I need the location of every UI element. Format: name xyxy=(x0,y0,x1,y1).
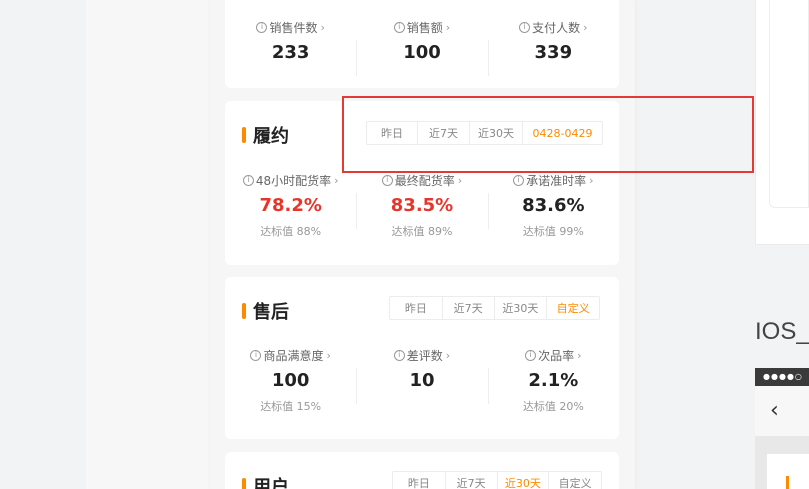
info-icon: i xyxy=(250,349,262,361)
metric-target: 达标值 99% xyxy=(522,225,584,238)
card-title: 用户 xyxy=(242,473,289,489)
date-range-selector: 昨日 近7天 近30天 自定义 xyxy=(392,471,602,489)
card-title-text: 售后 xyxy=(253,302,289,323)
metric-label: 48小时配货率 xyxy=(255,173,332,188)
chevron-right-icon: › xyxy=(577,348,582,362)
card-title: 履约 xyxy=(242,122,289,148)
title-accent-bar xyxy=(242,303,246,319)
metric-label: 差评数 xyxy=(406,348,443,363)
info-icon: i xyxy=(393,21,405,33)
card-title-text: 履约 xyxy=(253,126,289,147)
metric-payers[interactable]: i 支付人数 › 339 xyxy=(487,18,619,76)
card-title: 售后 xyxy=(242,298,289,324)
info-icon: i xyxy=(519,21,531,33)
metric-target: 达标值 20% xyxy=(522,400,584,413)
mobile-preview: i 销售件数 › 233 i 销售额 › 100 i 支付人数 › 339 履约 昨日 近7… xyxy=(210,0,635,489)
sales-metrics: i 销售件数 › 233 i 销售额 › 100 i 支付人数 › 339 xyxy=(225,18,619,76)
chevron-right-icon: › xyxy=(589,173,594,187)
metric-value: 10 xyxy=(409,370,435,391)
sales-card: i 销售件数 › 233 i 销售额 › 100 i 支付人数 › 339 xyxy=(225,0,619,88)
title-accent-bar xyxy=(242,127,246,143)
info-icon: i xyxy=(393,349,405,361)
metric-label: 支付人数 xyxy=(532,20,581,35)
range-yesterday[interactable]: 昨日 xyxy=(393,472,446,489)
fulfillment-metrics: i 48小时配货率 › 78.2% 达标值 88% i 最终配货率 › 83.5% 达标… xyxy=(225,171,619,239)
chevron-right-icon: › xyxy=(457,173,463,187)
metric-on-time-rate[interactable]: i 承诺准时率 › 83.6% 达标值 99% xyxy=(487,171,619,239)
info-icon: i xyxy=(381,174,393,186)
card-title-text: 用户 xyxy=(253,477,289,489)
chevron-right-icon: › xyxy=(583,20,588,34)
metric-value: 100 xyxy=(403,42,441,63)
metric-label: 销售额 xyxy=(406,20,443,35)
info-icon: i xyxy=(242,174,254,186)
chevron-right-icon: › xyxy=(445,20,451,34)
metric-target: 达标值 15% xyxy=(260,400,322,413)
signal-dots-icon: ●●●●○ xyxy=(763,372,803,381)
metric-label: 最终配货率 xyxy=(394,173,455,188)
info-icon: i xyxy=(525,349,537,361)
metric-value: 78.2% xyxy=(259,195,322,216)
metric-target: 达标值 89% xyxy=(391,225,453,238)
back-chevron-icon: ‹ xyxy=(770,398,779,423)
metric-label: 承诺准时率 xyxy=(526,173,587,188)
metric-48h-picking-rate[interactable]: i 48小时配货率 › 78.2% 达标值 88% xyxy=(225,171,356,239)
range-custom[interactable]: 自定义 xyxy=(549,472,601,489)
metric-value: 83.6% xyxy=(522,195,585,216)
title-accent-bar xyxy=(242,478,246,489)
metric-target: 达标值 88% xyxy=(260,225,322,238)
users-card: 用户 昨日 近7天 近30天 自定义 xyxy=(225,452,619,489)
metric-label: 商品满意度 xyxy=(263,348,324,363)
metric-value: 233 xyxy=(271,42,310,63)
chevron-right-icon: › xyxy=(326,348,331,362)
metric-sales-amount[interactable]: i 销售额 › 100 xyxy=(356,18,487,76)
range-30days[interactable]: 近30天 xyxy=(495,297,548,319)
metric-value: 83.5% xyxy=(390,195,454,216)
metric-defect-rate[interactable]: i 次品率 › 2.1% 达标值 20% xyxy=(487,346,619,414)
metric-label: 销售件数 xyxy=(269,20,318,35)
range-custom[interactable]: 自定义 xyxy=(547,297,599,319)
artboard-label: IOS_ xyxy=(755,318,809,345)
chevron-right-icon: › xyxy=(320,20,325,34)
right-artboard-inner xyxy=(769,0,809,208)
range-7days[interactable]: 近7天 xyxy=(443,297,495,319)
metric-value: 2.1% xyxy=(528,370,579,391)
metric-label: 次品率 xyxy=(538,348,575,363)
metric-value: 339 xyxy=(534,42,573,63)
metric-value: 100 xyxy=(271,370,310,391)
info-icon: i xyxy=(256,21,268,33)
chevron-right-icon: › xyxy=(334,173,339,187)
thumb-accent-bar xyxy=(786,476,789,489)
range-30days[interactable]: 近30天 xyxy=(498,472,550,489)
metric-sales-count[interactable]: i 销售件数 › 233 xyxy=(225,18,356,66)
highlight-annotation-box xyxy=(342,96,754,173)
info-icon: i xyxy=(513,174,525,186)
aftersale-metrics: i 商品满意度 › 100 达标值 15% i 差评数 › 10 i 次品率 › 2.1% … xyxy=(225,346,619,414)
date-range-selector: 昨日 近7天 近30天 自定义 xyxy=(389,296,600,320)
metric-satisfaction[interactable]: i 商品满意度 › 100 达标值 15% xyxy=(225,346,356,414)
left-gutter xyxy=(0,0,86,489)
thumb-navbar xyxy=(755,386,809,436)
range-7days[interactable]: 近7天 xyxy=(446,472,498,489)
chevron-right-icon: › xyxy=(445,348,451,362)
metric-final-picking-rate[interactable]: i 最终配货率 › 83.5% 达标值 89% xyxy=(356,171,487,239)
metric-negative-reviews[interactable]: i 差评数 › 10 xyxy=(356,346,487,414)
range-yesterday[interactable]: 昨日 xyxy=(390,297,443,319)
ios-artboard-thumbnail[interactable]: ●●●●○ ‹ xyxy=(755,368,809,489)
left-panel xyxy=(86,0,210,489)
aftersale-card: 售后 昨日 近7天 近30天 自定义 i 商品满意度 › 100 达标值 15% i… xyxy=(225,277,619,439)
